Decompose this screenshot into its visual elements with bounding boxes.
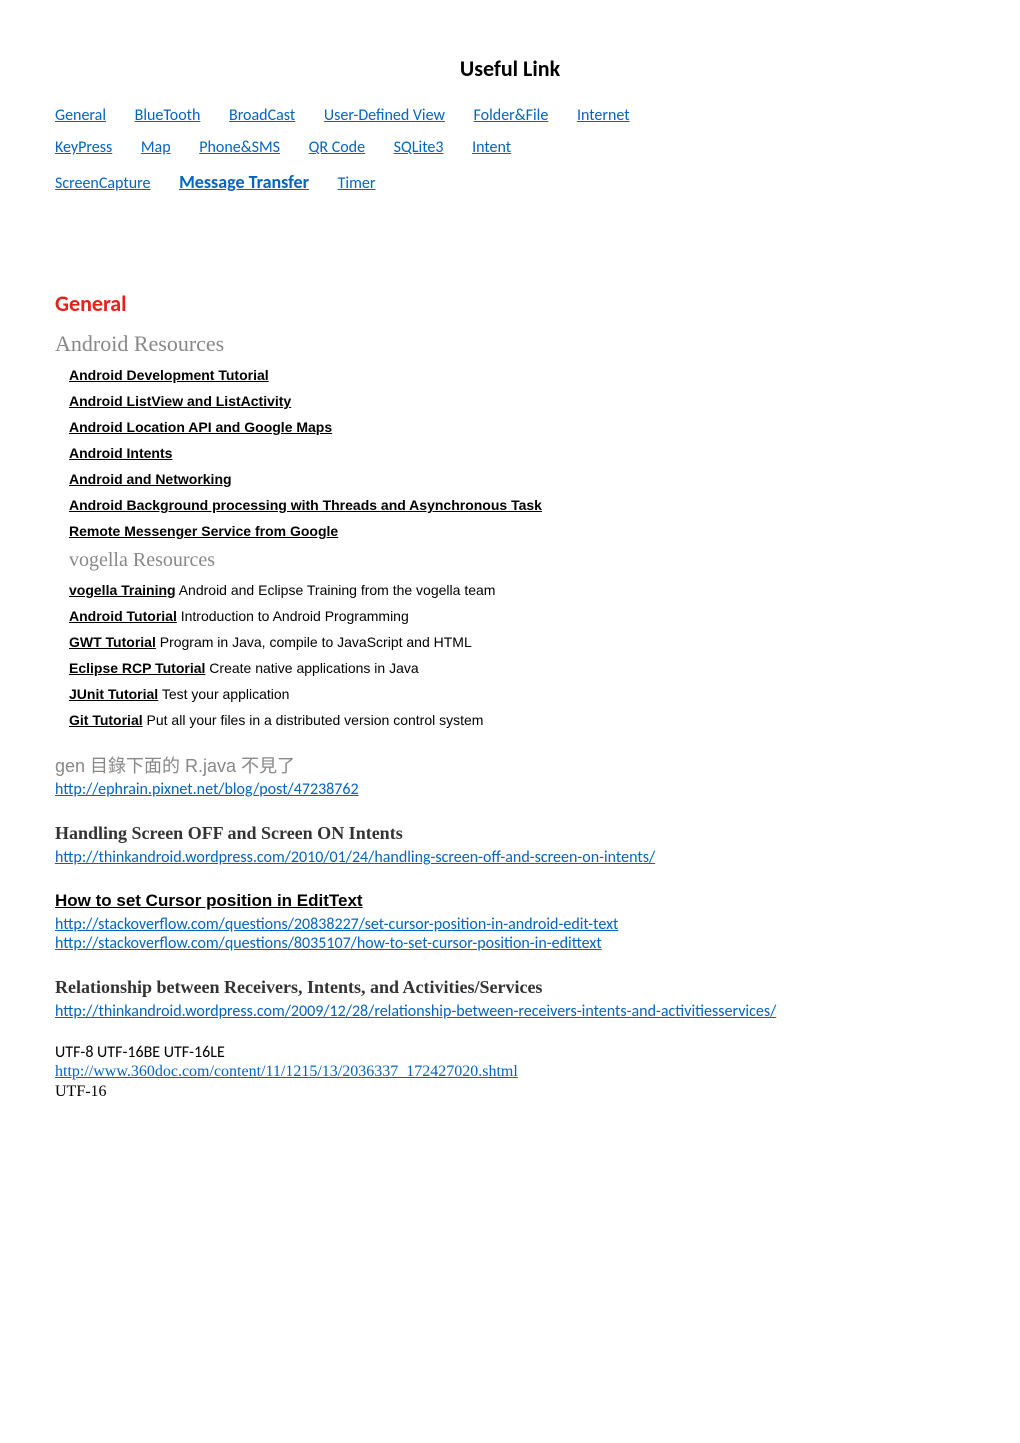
nav-messagetransfer[interactable]: Message Transfer: [179, 171, 309, 193]
cursor-position-link2[interactable]: http://stackoverflow.com/questions/80351…: [55, 934, 602, 953]
nav-timer[interactable]: Timer: [338, 174, 376, 193]
junit-tutorial-desc: Test your application: [158, 686, 289, 702]
eclipse-rcp-line: Eclipse RCP Tutorial Create native appli…: [69, 660, 965, 676]
eclipse-rcp-desc: Create native applications in Java: [205, 660, 418, 676]
android-networking-link[interactable]: Android and Networking: [69, 471, 965, 487]
screen-intents-heading: Handling Screen OFF and Screen ON Intent…: [55, 823, 965, 844]
android-resources-heading: Android Resources: [55, 331, 965, 357]
android-location-link[interactable]: Android Location API and Google Maps: [69, 419, 965, 435]
android-tutorial-link[interactable]: Android Tutorial: [69, 608, 177, 624]
git-tutorial-link[interactable]: Git Tutorial: [69, 712, 143, 728]
utf-encodings-text: UTF-8 UTF-16BE UTF-16LE: [55, 1043, 965, 1062]
cursor-position-heading: How to set Cursor position in EditText: [55, 891, 965, 911]
nav-userdefinedview[interactable]: User-Defined View: [324, 106, 445, 125]
vogella-training-desc: Android and Eclipse Training from the vo…: [176, 582, 496, 598]
nav-internet[interactable]: Internet: [577, 106, 630, 125]
android-dev-tutorial-link[interactable]: Android Development Tutorial: [69, 367, 965, 383]
nav-folderfile[interactable]: Folder&File: [474, 106, 549, 125]
android-intents-link[interactable]: Android Intents: [69, 445, 965, 461]
relationship-link[interactable]: http://thinkandroid.wordpress.com/2009/1…: [55, 1002, 776, 1021]
utf-encodings-link[interactable]: http://www.360doc.com/content/11/1215/13…: [55, 1063, 518, 1080]
android-listview-link[interactable]: Android ListView and ListActivity: [69, 393, 965, 409]
screen-intents-link[interactable]: http://thinkandroid.wordpress.com/2010/0…: [55, 848, 655, 867]
relationship-heading: Relationship between Receivers, Intents,…: [55, 977, 965, 998]
eclipse-rcp-link[interactable]: Eclipse RCP Tutorial: [69, 660, 205, 676]
vogella-resources-heading: vogella Resources: [69, 549, 965, 572]
android-tutorial-desc: Introduction to Android Programming: [177, 608, 409, 624]
gwt-tutorial-desc: Program in Java, compile to JavaScript a…: [156, 634, 472, 650]
page-title: Useful Link: [55, 55, 965, 82]
cursor-position-link1[interactable]: http://stackoverflow.com/questions/20838…: [55, 915, 618, 934]
android-resources-list: Android Development Tutorial Android Lis…: [55, 367, 965, 728]
nav-map[interactable]: Map: [141, 138, 171, 157]
gen-rjava-heading: gen 目錄下面的 R.java 不見了: [55, 752, 965, 778]
nav-keypress[interactable]: KeyPress: [55, 138, 112, 157]
nav-general[interactable]: General: [55, 106, 106, 125]
nav-links: General BlueTooth BroadCast User-Defined…: [55, 100, 965, 200]
nav-phonesms[interactable]: Phone&SMS: [199, 138, 280, 157]
nav-intent[interactable]: Intent: [472, 138, 511, 157]
android-tutorial-line: Android Tutorial Introduction to Android…: [69, 608, 965, 624]
nav-screencapture[interactable]: ScreenCapture: [55, 174, 150, 193]
remote-messenger-link[interactable]: Remote Messenger Service from Google: [69, 523, 965, 539]
utf16-text: UTF-16: [55, 1083, 965, 1101]
junit-tutorial-line: JUnit Tutorial Test your application: [69, 686, 965, 702]
git-tutorial-desc: Put all your files in a distributed vers…: [143, 712, 484, 728]
git-tutorial-line: Git Tutorial Put all your files in a dis…: [69, 712, 965, 728]
nav-broadcast[interactable]: BroadCast: [229, 106, 295, 125]
junit-tutorial-link[interactable]: JUnit Tutorial: [69, 686, 158, 702]
gwt-tutorial-line: GWT Tutorial Program in Java, compile to…: [69, 634, 965, 650]
gwt-tutorial-link[interactable]: GWT Tutorial: [69, 634, 156, 650]
gen-rjava-link[interactable]: http://ephrain.pixnet.net/blog/post/4723…: [55, 780, 359, 799]
nav-sqlite3[interactable]: SQLite3: [394, 138, 444, 157]
vogella-training-line: vogella Training Android and Eclipse Tra…: [69, 582, 965, 598]
nav-bluetooth[interactable]: BlueTooth: [135, 106, 201, 125]
nav-qrcode[interactable]: QR Code: [309, 138, 365, 157]
section-general-heading: General: [55, 290, 965, 317]
vogella-training-link[interactable]: vogella Training: [69, 582, 176, 598]
android-background-link[interactable]: Android Background processing with Threa…: [69, 497, 965, 513]
